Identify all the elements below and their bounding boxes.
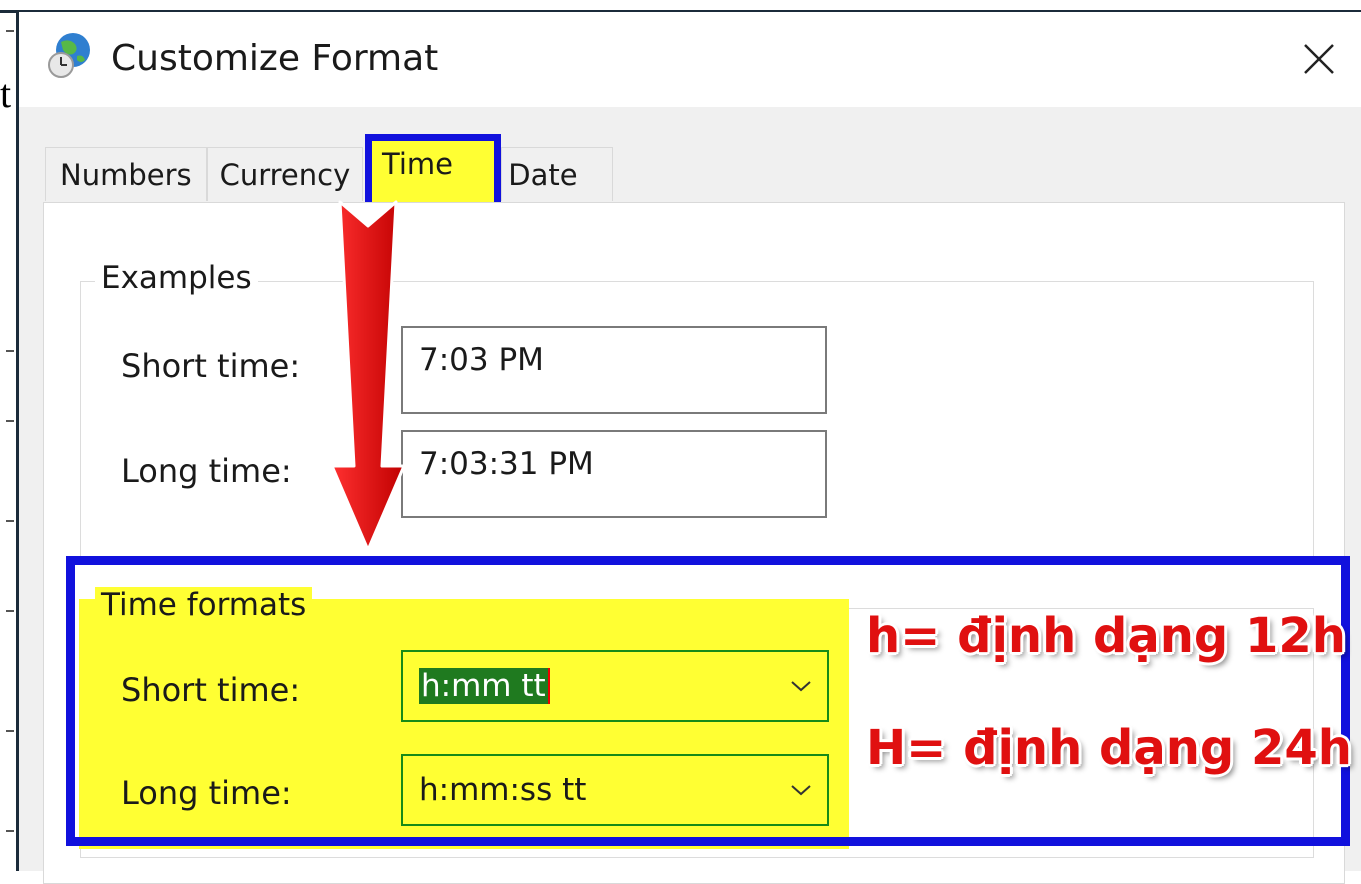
background-tick [6,420,14,422]
tab-numbers[interactable]: Numbers [45,147,207,201]
background-text-fragment: t [0,71,12,116]
close-icon[interactable] [1294,34,1344,84]
dialog-title: Customize Format [111,38,439,79]
tab-strip: Numbers Currency Date [45,147,613,203]
red-arrow-icon [330,200,406,552]
annotation-frame [66,556,1350,846]
tab-date[interactable]: Date [501,147,613,201]
background-tick [6,520,14,522]
background-tick [6,350,14,352]
example-long-time-label: Long time: [121,452,292,490]
title-bar: Customize Format [19,12,1361,107]
tab-time-label: Time [382,147,453,181]
example-short-time-label: Short time: [121,347,301,385]
example-short-time-text: 7:03 PM [419,342,544,378]
tab-currency[interactable]: Currency [206,147,364,201]
background-tick [6,30,14,32]
annotation-24h: H= định dạng 24h [866,720,1352,776]
globe-clock-icon [48,33,90,78]
examples-group: Examples Short time: 7:03 PM Long time: … [80,260,1314,557]
background-window-strip: t [0,0,16,871]
examples-heading: Examples [95,260,258,296]
background-tick [6,830,14,832]
background-tick [6,610,14,612]
example-long-time-value: 7:03:31 PM [401,430,827,518]
annotation-12h: h= định dạng 12h [866,608,1346,664]
background-tick [6,730,14,732]
example-short-time-value: 7:03 PM [401,326,827,414]
example-long-time-text: 7:03:31 PM [419,446,594,482]
